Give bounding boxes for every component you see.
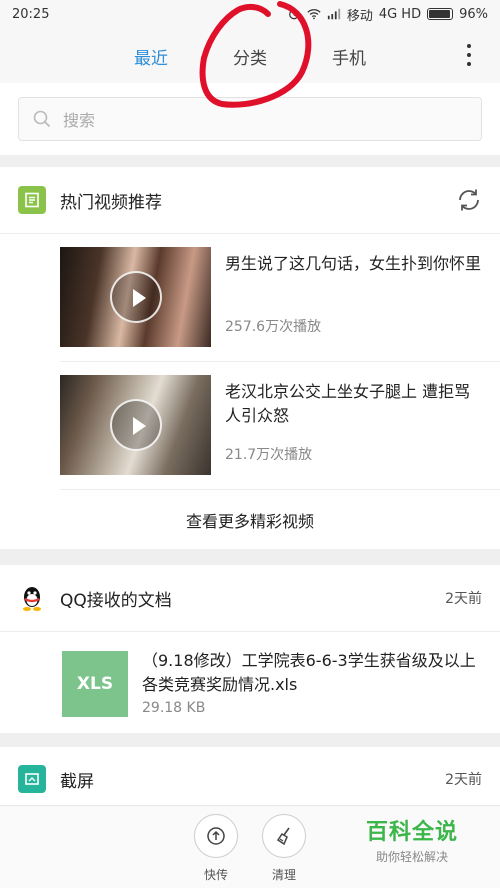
file-size: 29.18 KB [142, 700, 206, 716]
watermark-logo: 百科全说 助你轻松解决 [366, 814, 458, 865]
video-thumbnail[interactable] [60, 375, 211, 475]
qq-docs-time: 2天前 [445, 591, 482, 607]
wifi-icon [307, 9, 321, 20]
screenshots-title: 截屏 [60, 771, 94, 792]
video-thumbnail[interactable] [60, 247, 211, 347]
refresh-icon[interactable] [456, 187, 482, 213]
play-icon[interactable] [109, 399, 162, 451]
hot-videos-card: 热门视频推荐 男生说了这几句话，女生扑到你怀里 257.6万次播放 老汉北京公交… [0, 167, 500, 549]
video-title[interactable]: 老汉北京公交上坐女子腿上 遭拒骂人引众怒 [225, 380, 485, 428]
watermark-title: 百科全说 [366, 820, 459, 845]
qq-docs-title: QQ接收的文档 [60, 590, 172, 611]
signal-icon [327, 8, 340, 20]
screenshots-card: 截屏 2天前 [0, 747, 500, 807]
qq-docs-card: QQ接收的文档 2天前 XLS （9.18修改）工学院表6-6-3学生获省级及以… [0, 565, 500, 733]
see-more-videos-link[interactable]: 查看更多精彩视频 [0, 490, 500, 550]
file-name[interactable]: （9.18修改）工学院表6-6-3学生获省级及以上各类竞赛奖励情况.xls [142, 649, 488, 697]
screenshots-time: 2天前 [445, 772, 482, 788]
qq-penguin-icon [23, 587, 41, 611]
file-item[interactable]: XLS （9.18修改）工学院表6-6-3学生获省级及以上各类竞赛奖励情况.xl… [0, 632, 500, 735]
video-title[interactable]: 男生说了这几句话，女生扑到你怀里 [225, 252, 485, 276]
clean-label: 清理 [271, 868, 296, 882]
search-placeholder: 搜索 [63, 111, 96, 130]
tab-recent[interactable]: 最近 [134, 44, 168, 69]
qq-docs-header: QQ接收的文档 2天前 [0, 565, 500, 632]
search-section: 搜索 [0, 83, 500, 155]
search-input[interactable]: 搜索 [18, 97, 482, 141]
alarm-icon [288, 9, 299, 20]
hot-videos-header: 热门视频推荐 [0, 167, 500, 234]
video-item[interactable]: 老汉北京公交上坐女子腿上 遭拒骂人引众怒 21.7万次播放 [60, 362, 500, 490]
battery-percent: 96% [459, 6, 488, 22]
status-time: 20:25 [12, 6, 50, 22]
search-icon [33, 110, 51, 128]
xls-file-icon: XLS [62, 651, 128, 717]
upload-icon [207, 827, 225, 845]
video-play-count: 21.7万次播放 [225, 447, 313, 463]
more-menu-icon[interactable] [466, 44, 472, 66]
share-button[interactable]: 快传 [193, 814, 239, 883]
document-list-icon [18, 186, 46, 214]
share-label: 快传 [203, 868, 228, 882]
video-item[interactable]: 男生说了这几句话，女生扑到你怀里 257.6万次播放 [60, 234, 500, 362]
carrier-label: 移动 [346, 8, 373, 24]
battery-icon [427, 8, 454, 20]
play-icon[interactable] [109, 271, 162, 323]
screenshots-header: 截屏 2天前 [0, 747, 500, 811]
tab-category[interactable]: 分类 [233, 44, 267, 69]
hot-videos-title: 热门视频推荐 [60, 192, 162, 213]
tab-phone[interactable]: 手机 [332, 44, 366, 69]
bottom-toolbar: 快传 清理 百科全说 助你轻松解决 [0, 805, 500, 888]
status-bar: 20:25 移动 4G HD 96% [0, 0, 500, 28]
screenshot-icon [18, 765, 46, 793]
network-label: 4G HD [378, 6, 422, 22]
top-tabs: 最近 分类 手机 [0, 28, 500, 83]
broom-icon [276, 827, 290, 846]
video-play-count: 257.6万次播放 [225, 319, 322, 335]
watermark-subtitle: 助你轻松解决 [376, 850, 449, 864]
clean-button[interactable]: 清理 [261, 814, 307, 883]
